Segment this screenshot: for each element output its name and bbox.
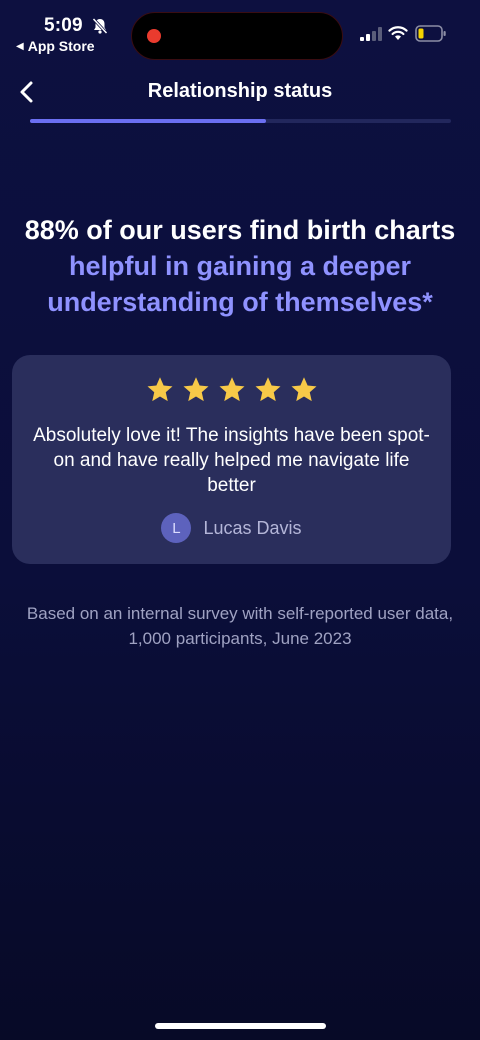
- star-icon: [255, 377, 280, 402]
- back-triangle-icon: ◀: [16, 40, 24, 52]
- avatar: L: [161, 513, 192, 543]
- cellular-signal-icon: [360, 27, 382, 41]
- reviewer: L Lucas Davis: [12, 513, 451, 543]
- review-text: Absolutely love it! The insights have be…: [33, 425, 430, 496]
- reviewer-name: Lucas Davis: [203, 517, 302, 538]
- back-app-label: App Store: [27, 38, 95, 54]
- progress-bar: [30, 119, 451, 123]
- page-title: Relationship status: [147, 80, 333, 102]
- headline-white: 88% of our users find birth charts: [24, 215, 456, 245]
- home-indicator[interactable]: [155, 1023, 326, 1029]
- star-icon: [183, 377, 208, 402]
- star-rating: [12, 375, 451, 405]
- battery-icon: [415, 25, 446, 42]
- dynamic-island: [131, 12, 343, 60]
- status-time: 5:09: [44, 15, 83, 36]
- headline: 88% of our users find birth charts helpf…: [0, 212, 480, 320]
- survey-footnote: Based on an internal survey with self-re…: [26, 604, 454, 648]
- review-card: Absolutely love it! The insights have be…: [12, 355, 451, 564]
- status-bar: 5:09 ◀ App Store: [0, 0, 480, 62]
- back-to-app-store[interactable]: ◀ App Store: [16, 38, 95, 54]
- star-icon: [147, 377, 172, 402]
- progress-bar-fill: [30, 119, 266, 123]
- wifi-icon: [388, 26, 408, 40]
- bell-muted-icon: [92, 17, 108, 35]
- star-icon: [291, 377, 316, 402]
- headline-accent: helpful in gaining a deeper understandin…: [47, 251, 433, 317]
- recording-dot-icon: [147, 29, 161, 43]
- nav-header: Relationship status: [0, 72, 480, 112]
- star-icon: [219, 377, 244, 402]
